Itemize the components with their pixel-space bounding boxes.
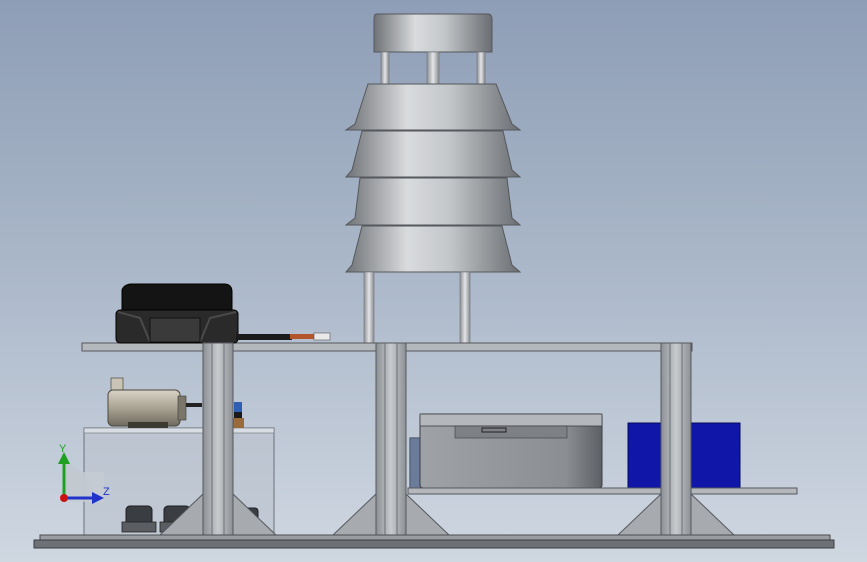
shield-plate: [344, 83, 522, 131]
control-board[interactable]: [232, 402, 244, 428]
shield-rod: [426, 51, 440, 87]
shield-plate: [344, 225, 522, 273]
y-axis-label: Y: [59, 443, 67, 455]
shield-plate: [344, 177, 522, 226]
shield-rod: [476, 51, 486, 87]
lower-shelf[interactable]: [407, 487, 798, 495]
assembly-view[interactable]: [0, 0, 867, 562]
cad-viewport[interactable]: Y Z: [0, 0, 867, 562]
triad-origin: [60, 494, 68, 502]
base-plate[interactable]: [33, 534, 835, 549]
radiation-shield[interactable]: [344, 13, 522, 345]
shield-leg: [363, 271, 375, 345]
lidar-top: [121, 283, 233, 313]
frame-post-center[interactable]: [375, 342, 407, 542]
lidar-cable: [236, 334, 292, 340]
frame-post-right[interactable]: [660, 342, 692, 542]
shield-rod: [380, 51, 390, 87]
shield-plate: [344, 130, 522, 178]
z-axis-label: Z: [103, 486, 110, 498]
electronics-box[interactable]: [419, 413, 603, 489]
lidar-sensor[interactable]: [115, 283, 331, 344]
pump-motor[interactable]: [107, 377, 202, 428]
frame-post-left[interactable]: [202, 342, 234, 542]
shield-cap: [373, 13, 493, 53]
shield-leg: [459, 271, 471, 345]
